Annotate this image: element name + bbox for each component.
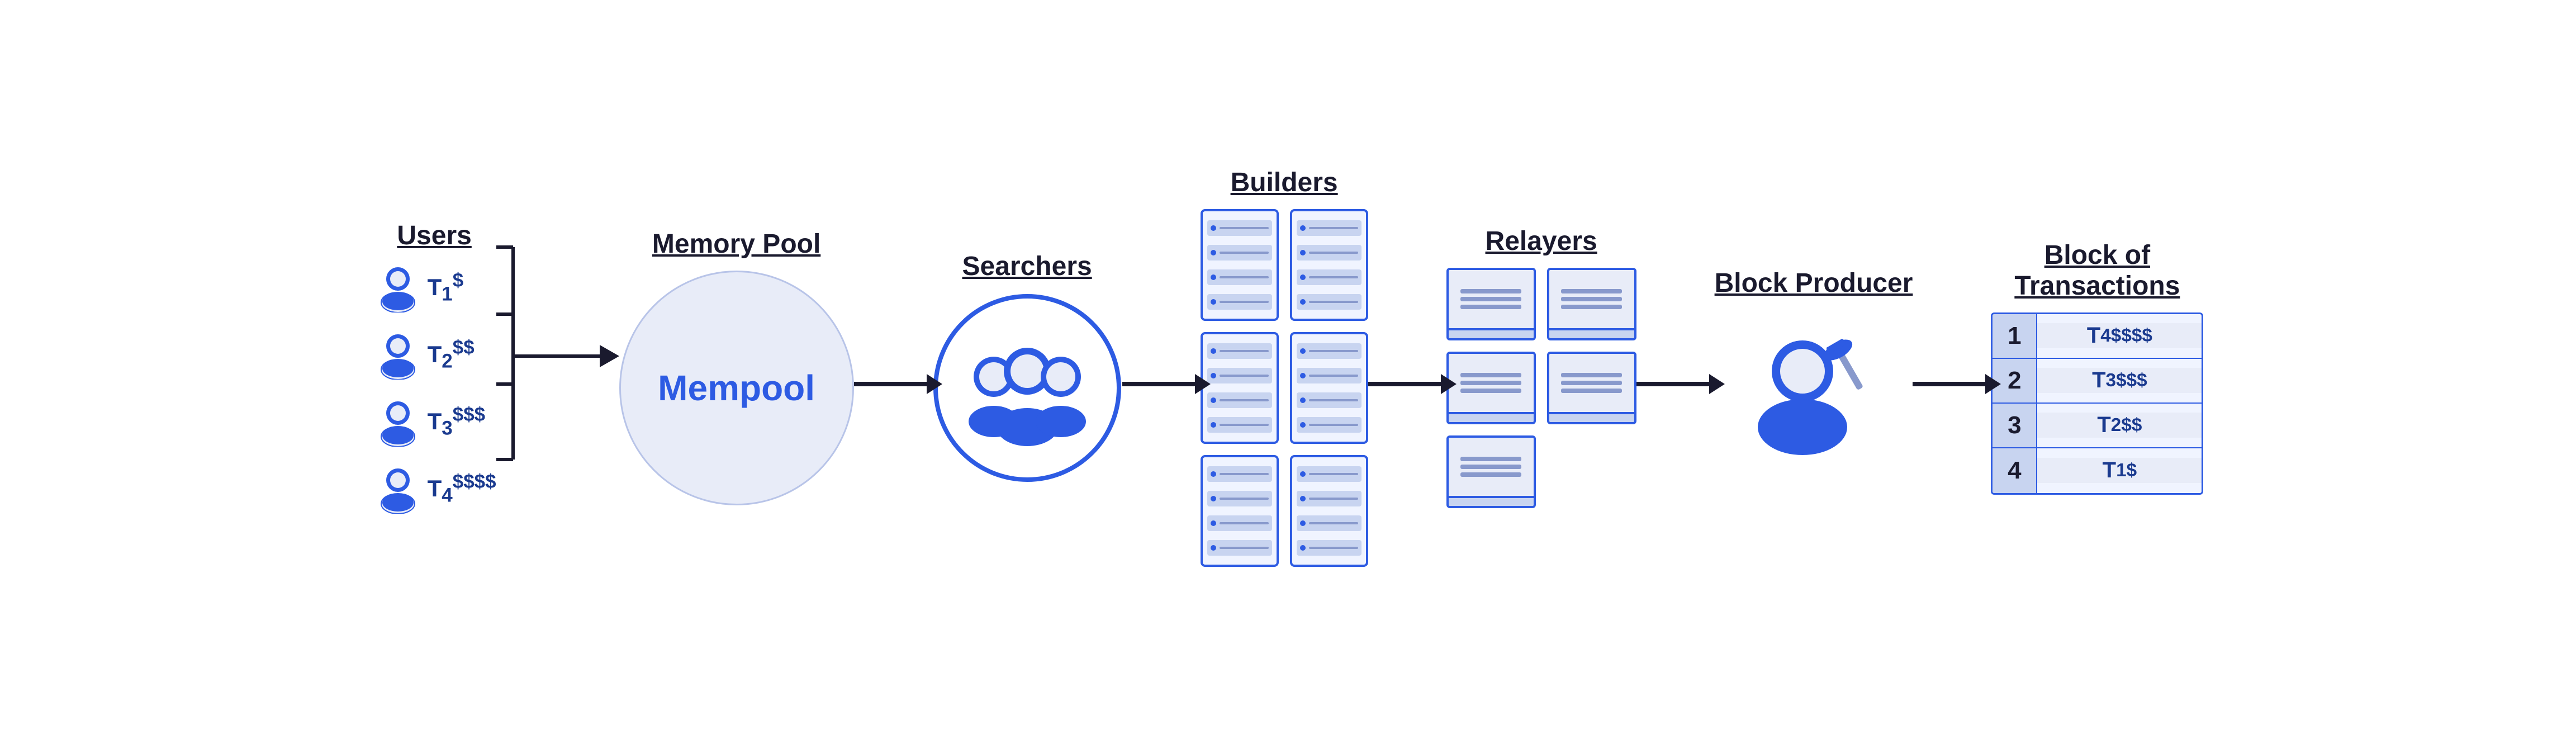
arrow-searchers-builders: [1122, 382, 1201, 386]
block-producer-section: Block Producer: [1715, 268, 1913, 466]
relayers-content: [1446, 268, 1636, 508]
user-label-t1: T1$: [428, 269, 464, 305]
arrow-line-4: [1636, 382, 1715, 386]
user-label-t2: T2$$: [428, 337, 475, 372]
server-5: [1201, 455, 1279, 567]
block-num-4: 4: [1993, 448, 2037, 493]
arrow-line-2: [1122, 382, 1201, 386]
mev-flow-diagram: Users T1$: [0, 145, 2576, 589]
user-icon-t3: [373, 396, 423, 447]
block-row-2: 2 T3$$$: [1993, 359, 2202, 404]
block-of-transactions-section: Block ofTransactions 1 T4$$$$ 2 T3$$$ 3 …: [1991, 240, 2203, 495]
block-row-4: 4 T1$: [1993, 448, 2202, 493]
server-3: [1201, 332, 1279, 444]
block-table: 1 T4$$$$ 2 T3$$$ 3 T2$$ 4 T1$: [1991, 312, 2203, 495]
user-icon-t1: [373, 262, 423, 312]
arrow-line-3: [1368, 382, 1446, 386]
searchers-content: [932, 293, 1122, 483]
user-icon-t4: [373, 463, 423, 514]
builders-content: [1201, 209, 1368, 567]
server-4: [1290, 332, 1368, 444]
user-row-t1: T1$: [373, 262, 496, 312]
block-tx-1: T4$$$$: [2037, 323, 2202, 348]
user-row-t3: T3$$$: [373, 396, 496, 447]
mempool-circle: Mempool: [619, 271, 854, 505]
users-content: T1$ T2$$: [373, 262, 496, 514]
block-producer-content: [1735, 310, 1892, 466]
user-row-t4: T4$$$$: [373, 463, 496, 514]
block-of-content: 1 T4$$$$ 2 T3$$$ 3 T2$$ 4 T1$: [1991, 312, 2203, 495]
users-title: Users: [397, 220, 471, 251]
arrow-line-5: [1913, 382, 1991, 386]
searchers-section: Searchers: [932, 251, 1122, 483]
server-1: [1201, 209, 1279, 321]
arrow-mempool-searchers: [854, 382, 932, 386]
block-tx-3: T2$$: [2037, 413, 2202, 438]
arrow-blockproducer-block: [1913, 382, 1991, 386]
user-label-t4: T4$$$$: [428, 471, 496, 506]
block-tx-4: T1$: [2037, 458, 2202, 483]
relayers-section: Relayers: [1446, 226, 1636, 508]
server-6: [1290, 455, 1368, 567]
user-group: T1$ T2$$: [373, 262, 496, 514]
block-num-3: 3: [1993, 404, 2037, 447]
searchers-icon: [932, 293, 1122, 483]
block-producer-title: Block Producer: [1715, 268, 1913, 299]
user-row-t2: T2$$: [373, 329, 496, 380]
laptop-1: [1446, 268, 1536, 340]
block-row-3: 3 T2$$: [1993, 404, 2202, 448]
arrow-builders-relayers: [1368, 382, 1446, 386]
searchers-title: Searchers: [962, 251, 1092, 282]
server-2: [1290, 209, 1368, 321]
mempool-content: Mempool: [619, 271, 854, 505]
mempool-section: Memory Pool Mempool: [619, 229, 854, 505]
laptop-3: [1446, 352, 1536, 424]
laptop-5: [1446, 435, 1536, 508]
servers-grid: [1201, 209, 1368, 567]
laptop-2: [1547, 268, 1636, 340]
user-label-t3: T3$$$: [428, 404, 486, 439]
relayers-title: Relayers: [1486, 226, 1597, 257]
block-producer-icon: [1735, 310, 1892, 466]
user-icon-t2: [373, 329, 423, 380]
block-num-1: 1: [1993, 314, 2037, 358]
relayers-grid: [1446, 268, 1636, 508]
mempool-title: Memory Pool: [652, 229, 820, 259]
mempool-text: Mempool: [658, 367, 815, 409]
block-row-1: 1 T4$$$$: [1993, 314, 2202, 359]
arrow-relayers-blockproducer: [1636, 382, 1715, 386]
builders-section: Builders: [1201, 167, 1368, 567]
block-of-title: Block ofTransactions: [2014, 240, 2180, 301]
block-tx-2: T3$$$: [2037, 368, 2202, 393]
arrow-users-mempool: [496, 222, 619, 546]
laptop-4: [1547, 352, 1636, 424]
arrow-line: [854, 382, 932, 386]
users-section: Users T1$: [373, 220, 496, 514]
builders-title: Builders: [1231, 167, 1338, 198]
